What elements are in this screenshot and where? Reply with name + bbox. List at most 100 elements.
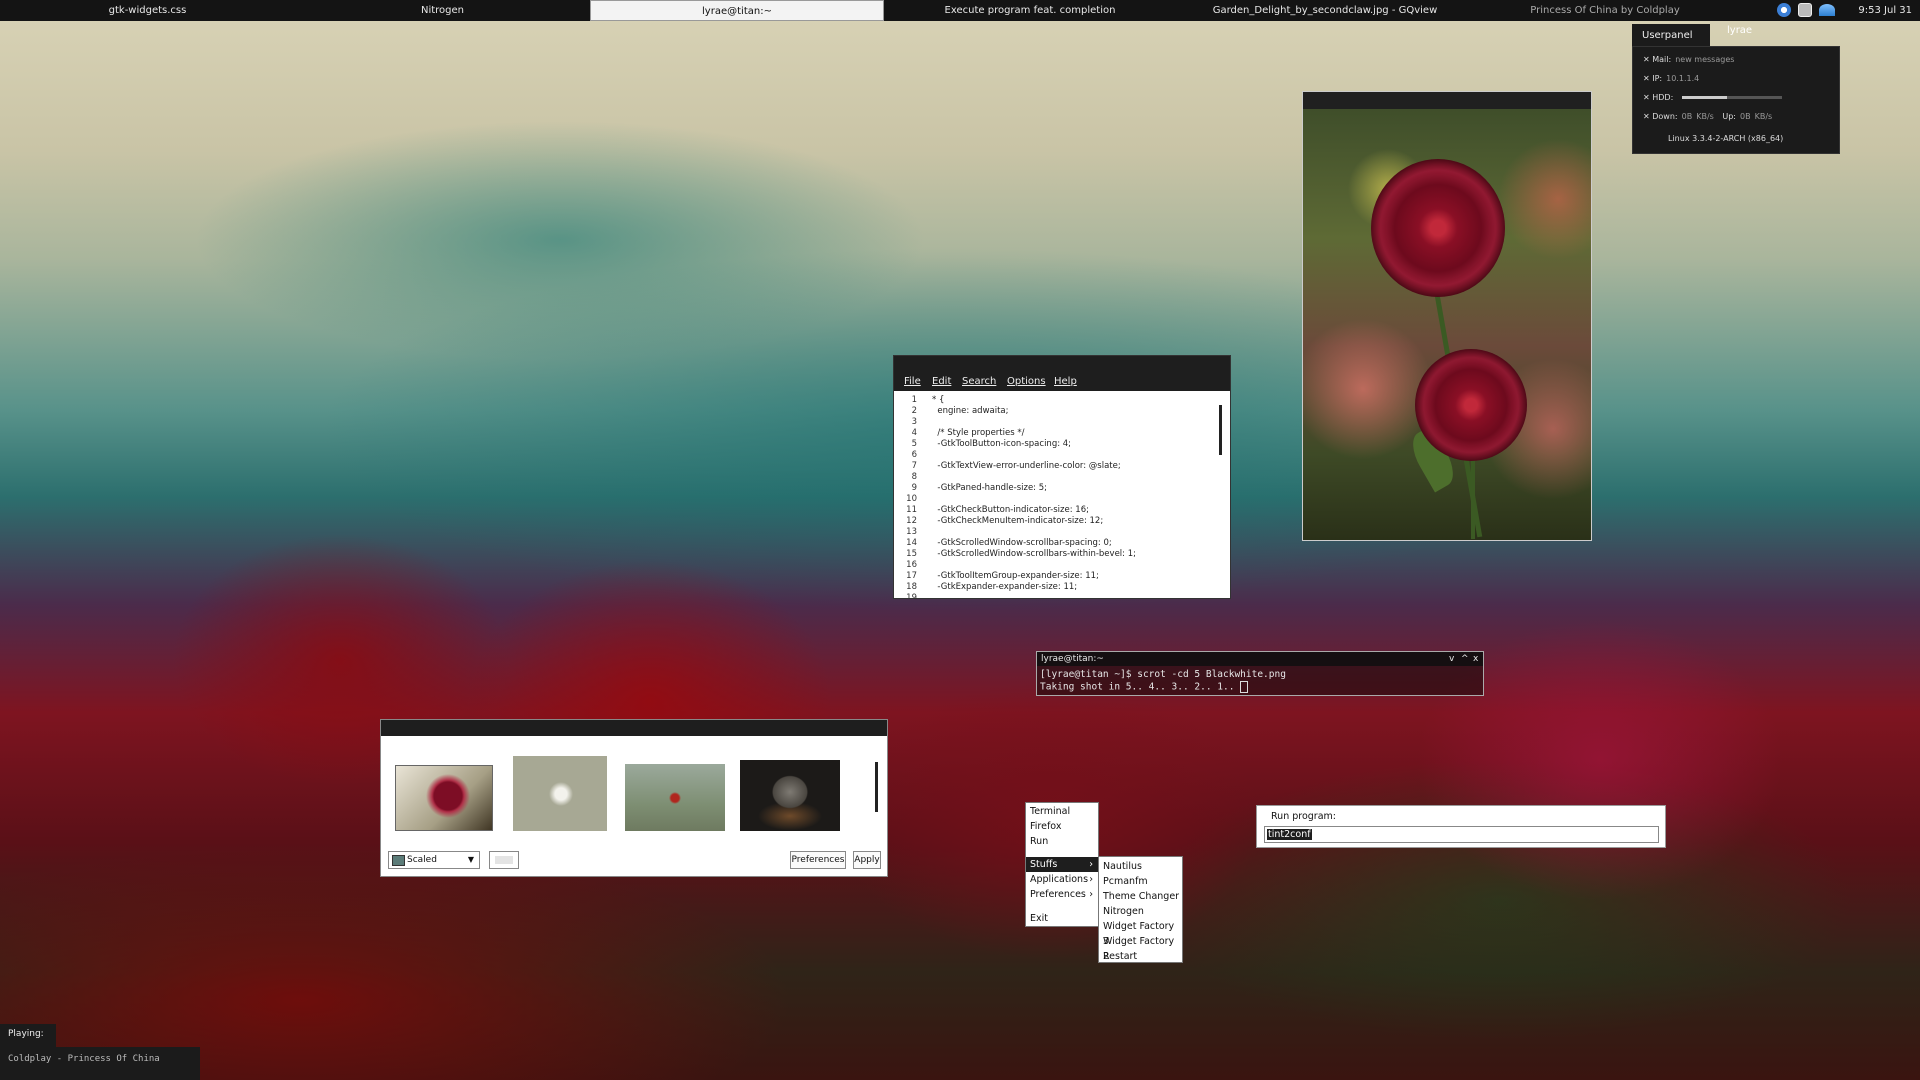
editor-titlebar[interactable] [894,356,1230,373]
close-icon[interactable]: ✕ [1643,93,1652,102]
menu-item-applications[interactable]: Applications › [1026,872,1098,887]
abstract-thumbnail[interactable] [513,756,607,831]
tab-lyrae[interactable]: lyrae [1727,24,1752,38]
task-execute-program[interactable]: Execute program feat. completion [910,0,1150,21]
task-gtk-widgets[interactable]: gtk-widgets.css [40,0,255,21]
submenu-item-widget-factory-3[interactable]: Widget Factory 3 [1099,919,1182,947]
menu-item-exit[interactable]: Exit [1026,911,1098,926]
line-number: 11 [906,505,917,515]
menu-edit[interactable]: Edit [932,376,951,387]
task-nitrogen[interactable]: Nitrogen [335,0,550,21]
kitten-thumbnail[interactable] [740,760,840,831]
editor-menubar: File Edit Search Options Help [894,373,1230,391]
task-terminal[interactable]: lyrae@titan:~ [590,0,884,21]
ladybug-thumbnail[interactable] [625,764,725,831]
up-label: Up: [1722,112,1736,121]
maximize-icon[interactable]: ^ [1461,652,1469,666]
ip-row: ✕ IP: 10.1.1.4 [1643,74,1699,83]
editor-text-area[interactable]: 1 * {2 engine: adwaita; 3 4 /* Style proper… [894,392,1230,598]
task-gqview[interactable]: Garden_Delight_by_secondclaw.jpg - GQvie… [1190,0,1460,21]
code-line: -GtkCheckMenuItem-indicator-size: 12; [932,516,1104,526]
menu-item-label: Applications [1030,874,1089,885]
userpanel-widget: Userpanel lyrae ✕ Mail: new messages ✕ IP… [1632,24,1840,154]
terminal-window[interactable]: lyrae@titan:~ v ^ x [lyrae@titan ~]$ scr… [1036,651,1484,696]
submenu-item-widget-factory-2[interactable]: Widget Factory 2 [1099,934,1182,962]
dahlia-bloom [1371,159,1505,297]
code-line: -GtkToolButton-icon-spacing: 4; [932,439,1072,449]
terminal-line: [lyrae@titan ~]$ scrot -cd 5 Blackwhite.… [1040,669,1286,680]
minimize-icon[interactable]: v [1449,652,1454,666]
run-program-input[interactable]: tint2conf [1264,826,1659,843]
nitrogen-window[interactable]: Scaled ▼ Preferences Apply [380,719,888,877]
line-number: 7 [911,461,917,471]
down-value: 0B [1681,112,1693,121]
line-number: 19 [906,593,917,598]
close-icon[interactable]: ✕ [1643,74,1652,83]
run-program-value: tint2conf [1267,829,1312,840]
close-icon[interactable]: ✕ [1643,55,1652,64]
menu-options[interactable]: Options [1007,376,1046,387]
submenu-item-restart[interactable]: Restart [1099,949,1182,964]
up-value: 0B [1740,112,1751,121]
flower-thumbnail[interactable] [395,765,493,831]
code-line: -GtkScrolledWindow-scrollbars-within-bev… [932,549,1136,559]
line-number: 9 [911,483,917,493]
line-number: 2 [911,406,917,416]
chevron-right-icon: › [1089,874,1093,885]
ip-value: 10.1.1.4 [1666,74,1700,83]
line-number: 18 [906,582,917,592]
close-icon[interactable]: ✕ [1643,112,1652,121]
line-number: 14 [906,538,917,548]
chromium-icon[interactable] [1777,3,1791,17]
submenu-item-theme-changer[interactable]: Theme Changer [1099,889,1182,904]
line-number: 16 [906,560,917,570]
tab-userpanel[interactable]: Userpanel [1632,24,1710,46]
menu-item-firefox[interactable]: Firefox [1026,819,1098,834]
hdd-usage-bar [1681,96,1782,99]
preferences-button[interactable]: Preferences [790,851,846,869]
terminal-titlebar[interactable]: lyrae@titan:~ v ^ x [1037,652,1483,666]
playing-label: Playing: [0,1024,56,1047]
menu-help[interactable]: Help [1054,376,1077,387]
nitrogen-titlebar[interactable] [381,720,887,736]
line-number: 15 [906,549,917,559]
code-line: -GtkToolItemGroup-expander-size: 11; [932,571,1099,581]
code-line: -GtkExpander-expander-size: 11; [932,582,1078,592]
nitrogen-scrollbar[interactable] [875,762,878,812]
task-now-playing[interactable]: Princess Of China by Coldplay [1520,0,1690,21]
line-number: 1 [911,395,917,405]
now-playing-track[interactable]: Coldplay - Princess Of China [0,1047,200,1080]
settings-icon[interactable] [1798,3,1812,17]
network-icon[interactable] [1819,4,1835,16]
menu-item-terminal[interactable]: Terminal [1026,804,1098,819]
stuffs-submenu: Nautilus Pcmanfm Theme Changer Nitrogen … [1098,856,1183,963]
chevron-right-icon: › [1089,889,1093,900]
menu-item-run[interactable]: Run [1026,834,1098,849]
code-line: -GtkCheckButton-indicator-size: 16; [932,505,1089,515]
code-line: /* Style properties */ [932,428,1025,438]
submenu-item-nitrogen[interactable]: Nitrogen [1099,904,1182,919]
down-unit: KB/s [1696,112,1714,121]
editor-scrollbar[interactable] [1219,405,1222,455]
clock[interactable]: 9:53 Jul 31 [1858,0,1912,21]
scale-mode-dropdown[interactable]: Scaled ▼ [388,851,480,869]
submenu-item-pcmanfm[interactable]: Pcmanfm [1099,874,1182,889]
background-color-button[interactable] [489,851,519,869]
menu-item-stuffs[interactable]: Stuffs › [1026,857,1098,872]
userpanel-body: ✕ Mail: new messages ✕ IP: 10.1.1.4 ✕ HDD:… [1632,46,1840,154]
close-icon[interactable]: x [1473,652,1478,666]
menu-search[interactable]: Search [962,376,996,387]
chevron-right-icon: › [1089,859,1093,870]
menu-file[interactable]: File [904,376,921,387]
menu-item-preferences[interactable]: Preferences › [1026,887,1098,902]
run-program-dialog: Run program: tint2conf [1256,805,1666,848]
gqview-window[interactable] [1302,91,1592,541]
line-number: 6 [911,450,917,460]
apply-button[interactable]: Apply [853,851,881,869]
dahlia-photo [1303,109,1591,540]
network-row: ✕ Down: 0B KB/s Up: 0B KB/s [1643,112,1772,121]
root-menu: Terminal Firefox Run Stuffs › Application… [1025,802,1099,927]
submenu-item-nautilus[interactable]: Nautilus [1099,859,1182,874]
menu-item-label: Stuffs [1030,859,1058,870]
text-editor-window[interactable]: File Edit Search Options Help 1 * {2 engi… [893,355,1231,599]
